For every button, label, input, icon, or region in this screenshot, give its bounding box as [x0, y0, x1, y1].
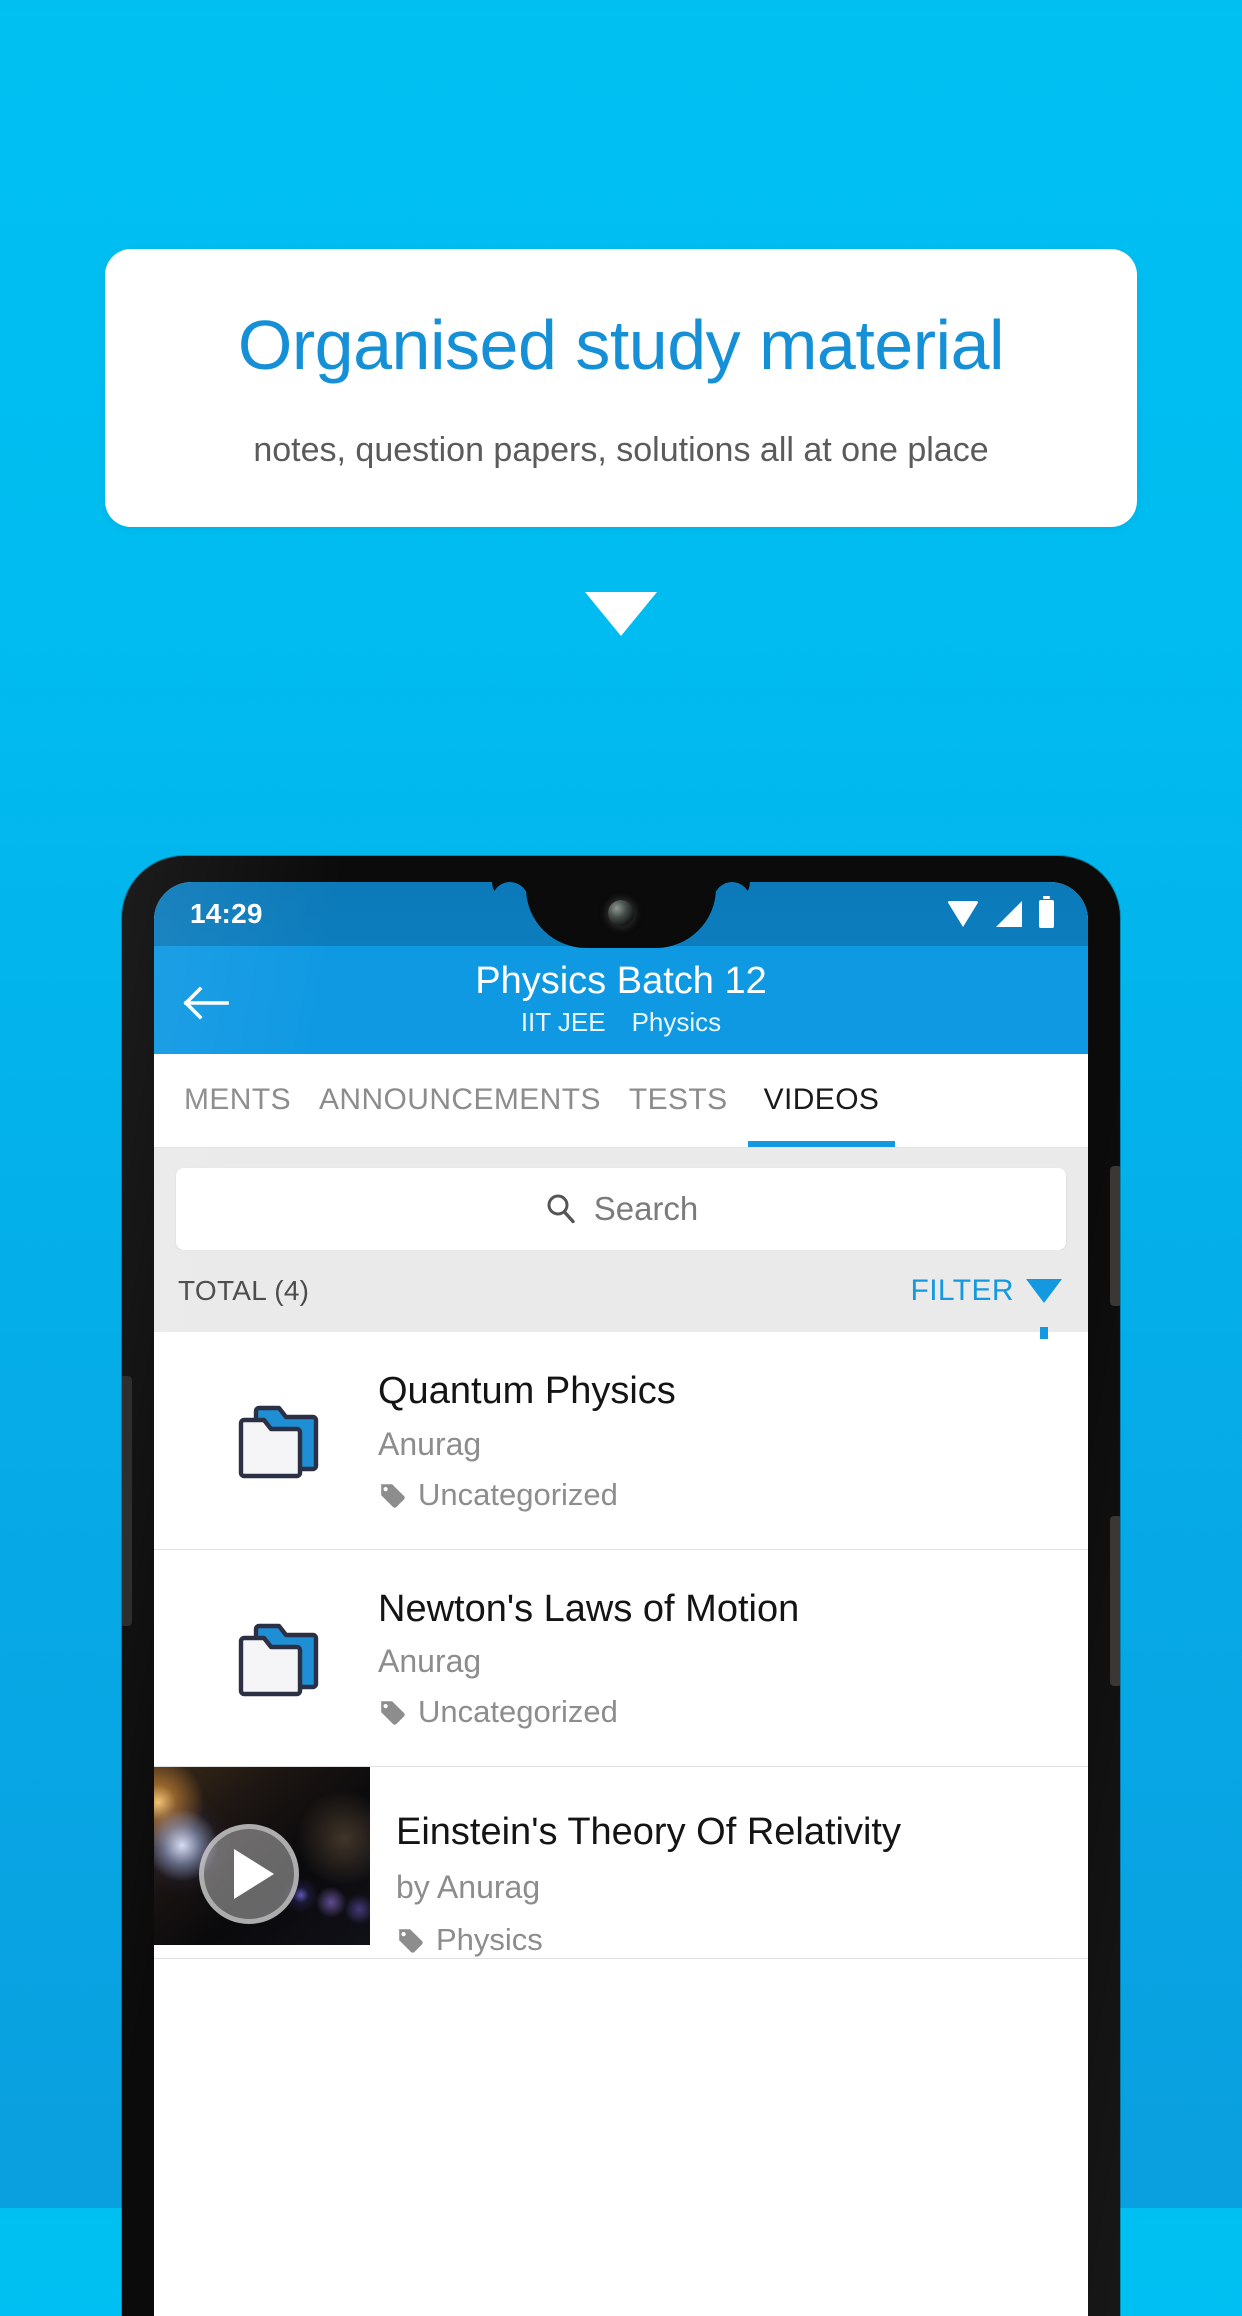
list-item-body: Newton's Laws of Motion Anurag Uncategor…	[378, 1588, 1064, 1731]
list-item-tagline: Physics	[396, 1922, 1078, 1958]
front-camera-icon	[608, 900, 634, 926]
subtitle-exam: IIT JEE	[520, 1007, 606, 1038]
tag-icon	[378, 1698, 406, 1726]
tab-bar: MENTS ANNOUNCEMENTS TESTS VIDEOS	[154, 1054, 1088, 1148]
app-bar: Physics Batch 12 IIT JEE Physics	[154, 946, 1088, 1054]
phone-power-button[interactable]	[1110, 1166, 1120, 1306]
list-item-tagline: Uncategorized	[378, 1477, 1054, 1513]
promo-tail-pointer	[585, 592, 657, 636]
filter-label: FILTER	[910, 1274, 1014, 1307]
list-item-title: Newton's Laws of Motion	[378, 1587, 800, 1630]
tag-icon	[396, 1926, 424, 1954]
tab-assignments[interactable]: MENTS	[164, 1053, 305, 1147]
list-item-author: Anurag	[378, 1643, 482, 1680]
phone-screen: 14:29 Physics Batch 12 IIT JEE Physics M…	[154, 882, 1088, 2316]
folder-icon	[178, 1399, 378, 1483]
list-item-tag: Uncategorized	[418, 1694, 618, 1730]
list-item[interactable]: Quantum Physics Anurag Uncategorized	[154, 1332, 1088, 1550]
phone-notch	[526, 882, 716, 948]
list-item-body: Einstein's Theory Of Relativity by Anura…	[370, 1767, 1088, 1958]
list-item-title: Einstein's Theory Of Relativity	[396, 1811, 901, 1854]
list-item-author: by Anurag	[396, 1869, 541, 1906]
page-title: Physics Batch 12	[475, 959, 767, 1002]
tab-tests[interactable]: TESTS	[615, 1053, 742, 1147]
search-input[interactable]: Search	[176, 1168, 1066, 1250]
battery-icon	[1039, 896, 1054, 928]
wifi-icon	[947, 901, 979, 927]
list-item-tag: Uncategorized	[418, 1476, 618, 1512]
subtitle-subject: Physics	[631, 1007, 722, 1038]
content-list: Quantum Physics Anurag Uncategorized New…	[154, 1332, 1088, 1960]
list-item-tagline: Uncategorized	[378, 1694, 1054, 1730]
search-placeholder: Search	[593, 1190, 699, 1227]
signal-icon	[996, 901, 1022, 927]
search-zone: Search	[154, 1148, 1088, 1250]
list-toolbar: TOTAL (4) FILTER	[154, 1250, 1088, 1339]
list-item[interactable]: Einstein's Theory Of Relativity by Anura…	[154, 1767, 1088, 1960]
promo-subtitle: notes, question papers, solutions all at…	[253, 431, 989, 469]
list-item-tag: Physics	[436, 1922, 543, 1958]
status-bar-clock: 14:29	[190, 898, 263, 929]
video-thumbnail[interactable]	[154, 1767, 370, 1946]
page-subtitle: IIT JEE Physics	[154, 1007, 1088, 1038]
phone-mockup: 14:29 Physics Batch 12 IIT JEE Physics M…	[122, 856, 1120, 2316]
list-item-author: Anurag	[378, 1425, 482, 1462]
play-icon[interactable]	[199, 1824, 300, 1925]
app-bar-titles: Physics Batch 12 IIT JEE Physics	[154, 959, 1088, 1039]
tag-icon	[378, 1481, 406, 1509]
total-count-label: TOTAL (4)	[178, 1275, 310, 1306]
list-item-title: Quantum Physics	[378, 1370, 676, 1412]
phone-volume-button[interactable]	[122, 1376, 132, 1626]
tab-announcements[interactable]: ANNOUNCEMENTS	[305, 1053, 615, 1147]
funnel-icon	[1026, 1279, 1062, 1339]
status-bar-icons	[947, 896, 1060, 928]
promo-banner: Organised study material notes, question…	[105, 249, 1137, 636]
back-button[interactable]	[180, 976, 234, 1030]
promo-card: Organised study material notes, question…	[105, 249, 1137, 527]
status-bar: 14:29	[154, 882, 1088, 948]
play-triangle-icon	[233, 1849, 274, 1900]
phone-side-button[interactable]	[1110, 1516, 1120, 1686]
filter-button[interactable]: FILTER	[910, 1274, 1064, 1339]
list-item-body: Quantum Physics Anurag Uncategorized	[378, 1370, 1064, 1513]
promo-title: Organised study material	[237, 306, 1005, 384]
list-item[interactable]: Newton's Laws of Motion Anurag Uncategor…	[154, 1550, 1088, 1768]
search-icon	[544, 1192, 578, 1226]
tab-videos[interactable]: VIDEOS	[742, 1053, 902, 1147]
folder-icon	[178, 1617, 378, 1701]
